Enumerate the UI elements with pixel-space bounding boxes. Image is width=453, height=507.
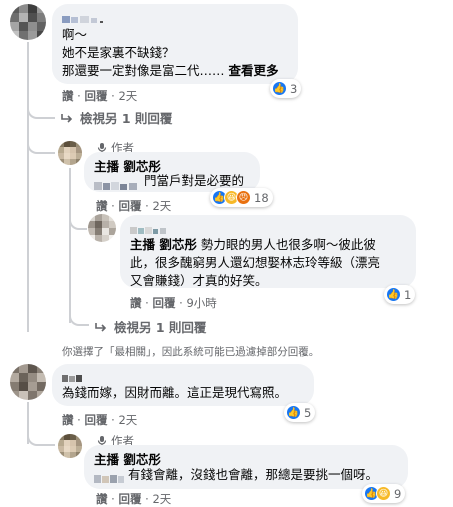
avatar[interactable]: [10, 364, 46, 400]
timestamp[interactable]: 2天: [118, 89, 137, 103]
reply-actions: 讚 · 回覆 · 2天: [96, 199, 172, 213]
blurred-username[interactable]: [62, 9, 112, 23]
reaction-count: 5: [304, 405, 312, 420]
like-button[interactable]: 讚: [96, 199, 108, 213]
like-button[interactable]: 讚: [62, 413, 74, 427]
mentioned-user[interactable]: 主播 劉芯彤: [130, 237, 197, 252]
comment-line: 啊～: [62, 27, 88, 42]
avatar[interactable]: [88, 214, 116, 242]
reply-button[interactable]: 回覆: [84, 413, 107, 427]
haha-reaction-icon: 😆: [376, 486, 391, 501]
reply-button[interactable]: 回覆: [118, 492, 141, 506]
pixelated-mention: [94, 475, 124, 483]
like-reaction-icon: 👍: [386, 287, 401, 302]
blurred-username[interactable]: [62, 368, 84, 382]
comment-actions: 讚 · 回覆 · 2天: [62, 89, 138, 103]
pixelated-name: [130, 227, 166, 234]
reply-line: 又會賺錢）才真的好笑。: [130, 273, 268, 288]
pixelated-name: [62, 16, 103, 23]
comment-text: 啊～ 她不是家裏不缺錢？ 那還要一定對像是富二代…… 查看更多: [62, 26, 294, 80]
blurred-mention: [94, 176, 140, 190]
like-button[interactable]: 讚: [96, 492, 108, 506]
reply-text: 有錢會離，沒錢也會離，那總是要挑一個呀。: [128, 467, 379, 482]
reaction-count: 3: [290, 81, 298, 96]
reaction-count: 9: [394, 486, 402, 501]
author-avatar[interactable]: [58, 141, 82, 165]
avatar[interactable]: [10, 4, 46, 40]
author-avatar[interactable]: [58, 434, 82, 458]
reaction-summary[interactable]: 👍 5: [284, 403, 316, 422]
comment-line: 那還要一定對像是富二代……: [62, 63, 225, 78]
like-button[interactable]: 讚: [130, 296, 142, 310]
view-more-replies-label: 檢視另 1 則回覆: [80, 111, 173, 126]
like-reaction-icon: 👍: [286, 405, 301, 420]
view-more-replies[interactable]: 檢視另 1 則回覆: [94, 317, 206, 336]
reaction-summary[interactable]: 👍 3: [270, 79, 302, 98]
like-button[interactable]: 讚: [62, 89, 74, 103]
thread-connector: [69, 314, 89, 326]
reply-actions: 讚 · 回覆 · 2天: [96, 492, 172, 506]
comment-bubble: 啊～ 她不是家裏不缺錢？ 那還要一定對像是富二代…… 查看更多: [52, 4, 298, 84]
reply-button[interactable]: 回覆: [152, 296, 175, 310]
comment-actions: 讚 · 回覆 · 2天: [62, 413, 138, 427]
reply-bubble: 主播 劉芯彤 勢力眼的男人也很多啊～彼此彼 此，很多醜窮男人還幻想娶林志玲等級（…: [120, 215, 416, 288]
reply-button[interactable]: 回覆: [118, 199, 141, 213]
filter-notice: 你選擇了「最相關」，因此系統可能已過濾掉部分回覆。: [62, 346, 320, 358]
thread-line: [69, 168, 71, 323]
thread-line: [27, 42, 29, 332]
timestamp[interactable]: 2天: [152, 199, 171, 213]
comment-bubble: 為錢而嫁，因財而離。這正是現代寫照。: [52, 364, 314, 406]
reaction-count: 1: [404, 287, 412, 302]
view-more-replies-label: 檢視另 1 則回覆: [114, 320, 207, 335]
thread-connector: [27, 105, 55, 119]
pixelated-name: [62, 375, 82, 382]
like-reaction-icon: 👍: [272, 81, 287, 96]
reaction-summary[interactable]: 👍 😆 9: [362, 484, 406, 503]
thread-connector: [69, 218, 87, 230]
thread-connector: [27, 140, 55, 154]
comment-text: 為錢而嫁，因財而離。這正是現代寫照。: [62, 385, 288, 400]
see-more-link[interactable]: 查看更多: [229, 63, 279, 78]
reply-button[interactable]: 回覆: [84, 89, 107, 103]
reaction-summary[interactable]: 👍 😆 😠 18: [210, 188, 273, 207]
blurred-mention: [94, 469, 126, 483]
view-more-replies[interactable]: 檢視另 1 則回覆: [60, 108, 172, 127]
timestamp[interactable]: 2天: [152, 492, 171, 506]
thread-connector: [27, 432, 55, 446]
reply-bubble: 主播 劉芯彤 門當戶對是必要的: [84, 152, 260, 192]
pixelated-mention: [94, 182, 137, 190]
reaction-summary[interactable]: 👍 1: [384, 285, 416, 304]
reaction-count: 18: [254, 190, 269, 205]
timestamp[interactable]: 2天: [118, 413, 137, 427]
reply-actions: 讚 · 回覆 · 9小時: [130, 296, 217, 310]
reply-arrow-icon: [95, 322, 107, 332]
reply-line: 此，很多醜窮男人還幻想娶林志玲等級（漂亮: [130, 255, 381, 270]
reply-text: 主播 劉芯彤 勢力眼的男人也很多啊～彼此彼 此，很多醜窮男人還幻想娶林志玲等級（…: [130, 236, 412, 290]
angry-reaction-icon: 😠: [236, 190, 251, 205]
reply-line: 勢力眼的男人也很多啊～彼此彼: [196, 237, 376, 252]
comment-line: 她不是家裏不缺錢？: [62, 45, 175, 60]
blurred-username[interactable]: [130, 220, 170, 234]
timestamp[interactable]: 9小時: [186, 296, 216, 310]
reply-arrow-icon: [61, 113, 73, 123]
reply-bubble: 主播 劉芯彤 有錢會離，沒錢也會離，那總是要挑一個呀。: [84, 445, 408, 489]
